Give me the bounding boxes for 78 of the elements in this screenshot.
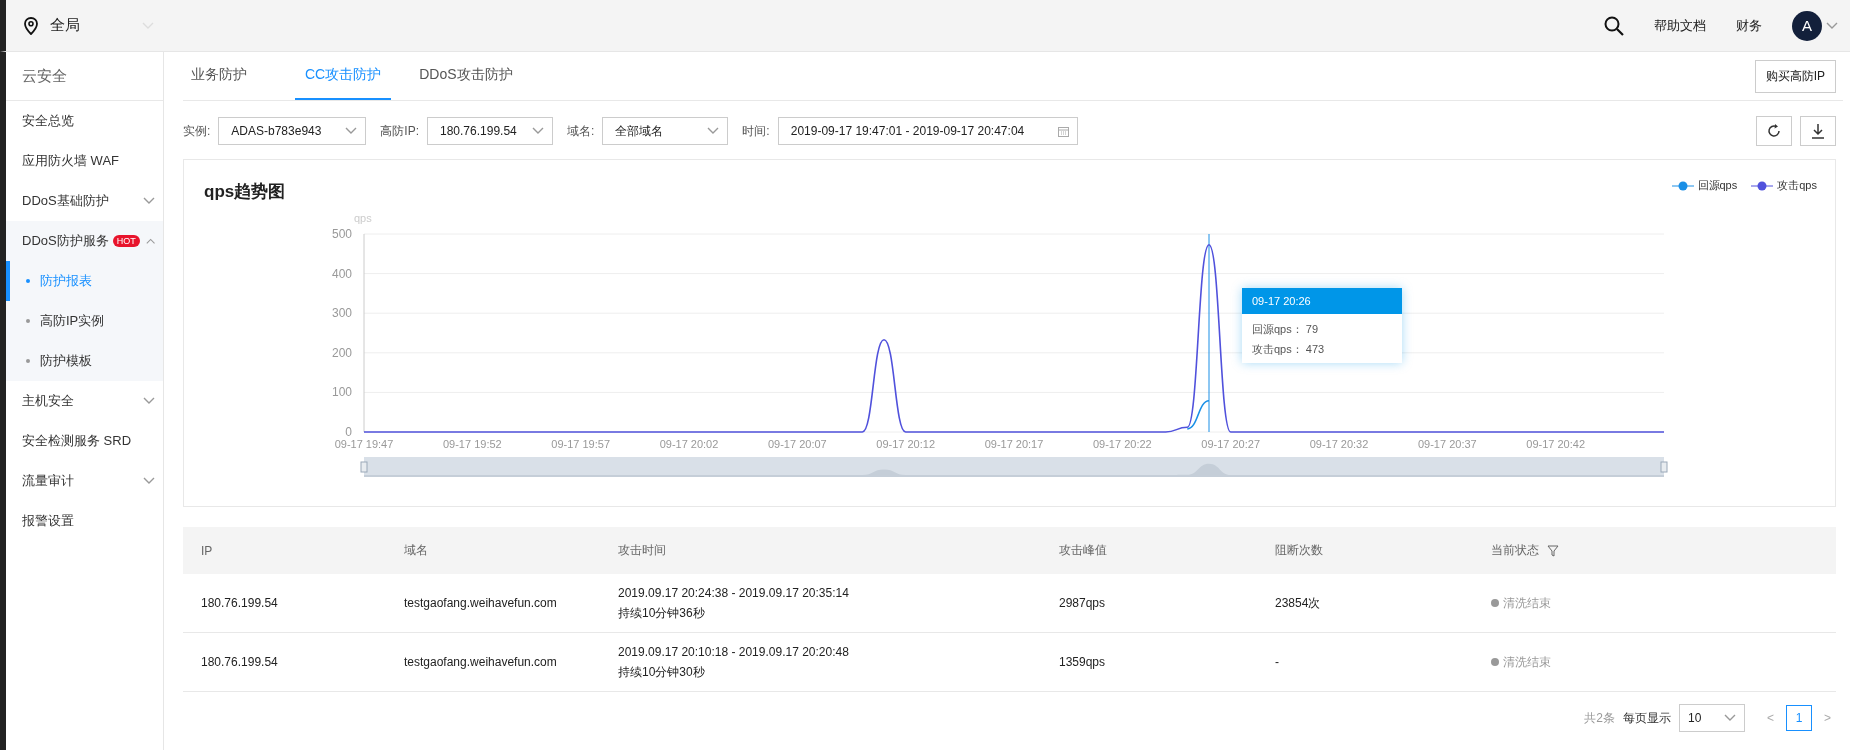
tab[interactable]: 业务防护 [183, 52, 275, 100]
filter-label: 实例: [183, 122, 211, 140]
tick-label: 0 [345, 425, 352, 439]
table-cell: 180.76.199.54 [201, 655, 278, 669]
tick-label: 09-17 19:47 [334, 438, 394, 450]
table-cell: testgaofang.weihavefun.com [404, 655, 557, 669]
tick-label: 400 [331, 266, 352, 281]
tick-label: 09-17 19:57 [551, 438, 611, 450]
page-size-label: 每页显示 [1622, 709, 1671, 727]
tab[interactable]: DDoS攻击防护 [419, 52, 541, 100]
legend-label: 攻击qps [1777, 178, 1817, 193]
status-label: 清洗结束 [1503, 653, 1551, 671]
tick-label: 09-17 20:27 [1201, 438, 1261, 450]
tick-label: 200 [331, 345, 352, 360]
header-link[interactable]: 财务 [1736, 16, 1762, 35]
attack-duration: 持续10分钟30秒 [618, 664, 706, 681]
user-avatar[interactable]: A [1792, 10, 1822, 41]
tick-label: 300 [331, 306, 352, 321]
tick-label: 09-17 20:12 [876, 438, 936, 450]
attack-time-range: 2019.09.17 20:10:18 - 2019.09.17 20:20:48 [618, 644, 850, 661]
attack-time-range: 2019.09.17 20:24:38 - 2019.09.17 20:35:14 [618, 585, 850, 602]
chart-title: qps趋势图 [204, 181, 286, 203]
sidebar-group[interactable]: DDoS防护服务 HOT [6, 221, 163, 261]
total-count: 共2条 [1584, 709, 1615, 727]
group-label: 主机安全 [22, 392, 74, 410]
buy-button[interactable]: 购买高防IP [1754, 59, 1836, 93]
column-header: 域名 [404, 543, 428, 557]
tooltip-title: 09-17 20:26 [1242, 288, 1402, 314]
sidebar-item[interactable]: 应用防火墙 WAF [6, 141, 163, 181]
table-cell: 1359qps [1059, 655, 1106, 669]
group-label: DDoS基础防护 [22, 192, 109, 210]
status-label: 清洗结束 [1503, 594, 1551, 612]
tick-label: 09-17 20:42 [1526, 438, 1586, 450]
legend-label: 回源qps [1697, 178, 1738, 193]
sidebar-group[interactable]: 流量审计 [6, 461, 163, 501]
submenu-item[interactable]: 高防IP实例 [6, 301, 163, 341]
table-cell: 23854次 [1275, 595, 1321, 610]
table-cell: testgaofang.weihavefun.com [404, 596, 557, 610]
column-header: IP [201, 543, 213, 558]
select-field[interactable]: 180.76.199.54 [427, 117, 553, 145]
tick-label: 500 [331, 227, 352, 241]
tick-label: 100 [331, 385, 352, 400]
column-header: 阻断次数 [1275, 543, 1323, 557]
sidebar-item[interactable]: 安全检测服务 SRD [6, 421, 163, 461]
filter-label: 域名: [567, 122, 595, 140]
column-header: 当前状态 [1491, 542, 1539, 559]
tick-label: 09-17 20:02 [659, 438, 719, 450]
page-size-select[interactable]: 10 [1678, 704, 1745, 732]
filter-label: 时间: [742, 122, 770, 140]
sidebar-group[interactable]: 主机安全 [6, 381, 163, 421]
tick-label: 09-17 20:07 [767, 438, 827, 450]
tick-label: 09-17 20:32 [1309, 438, 1369, 450]
date-range-field[interactable]: 2019-09-17 19:47:01 - 2019-09-17 20:47:04 [777, 117, 1078, 145]
column-header: 攻击峰值 [1059, 543, 1107, 557]
tick-label: 09-17 20:17 [984, 438, 1044, 450]
sidebar-item[interactable]: 安全总览 [6, 101, 163, 141]
sidebar-group[interactable]: DDoS基础防护 [6, 181, 163, 221]
filter-label: 高防IP: [380, 122, 419, 140]
table-cell: 180.76.199.54 [201, 596, 278, 610]
tick-label: 09-17 19:52 [442, 438, 502, 450]
region-label[interactable]: 全局 [50, 16, 80, 35]
tick-label: 09-17 20:37 [1417, 438, 1477, 450]
table-cell: 2987qps [1059, 596, 1106, 610]
group-label: DDoS防护服务 [22, 232, 109, 250]
tooltip-row-text: 攻击qps： 473 [1252, 342, 1326, 357]
hot-badge: HOT [112, 235, 140, 247]
tick-label: 09-17 20:22 [1092, 438, 1152, 450]
table-cell: - [1275, 655, 1279, 669]
group-label: 流量审计 [22, 472, 74, 490]
attack-duration: 持续10分钟36秒 [618, 605, 706, 622]
select-field[interactable]: ADAS-b783e943 [218, 117, 367, 145]
header-link[interactable]: 帮助文档 [1654, 16, 1706, 35]
sidebar-item[interactable]: 报警设置 [6, 501, 163, 541]
tooltip-row-text: 回源qps： 79 [1252, 322, 1320, 337]
sidebar-title: 云安全 [6, 52, 163, 101]
column-header: 攻击时间 [618, 543, 666, 557]
select-field[interactable]: 全部域名 [602, 117, 729, 145]
submenu-item[interactable]: 防护模板 [6, 341, 163, 381]
